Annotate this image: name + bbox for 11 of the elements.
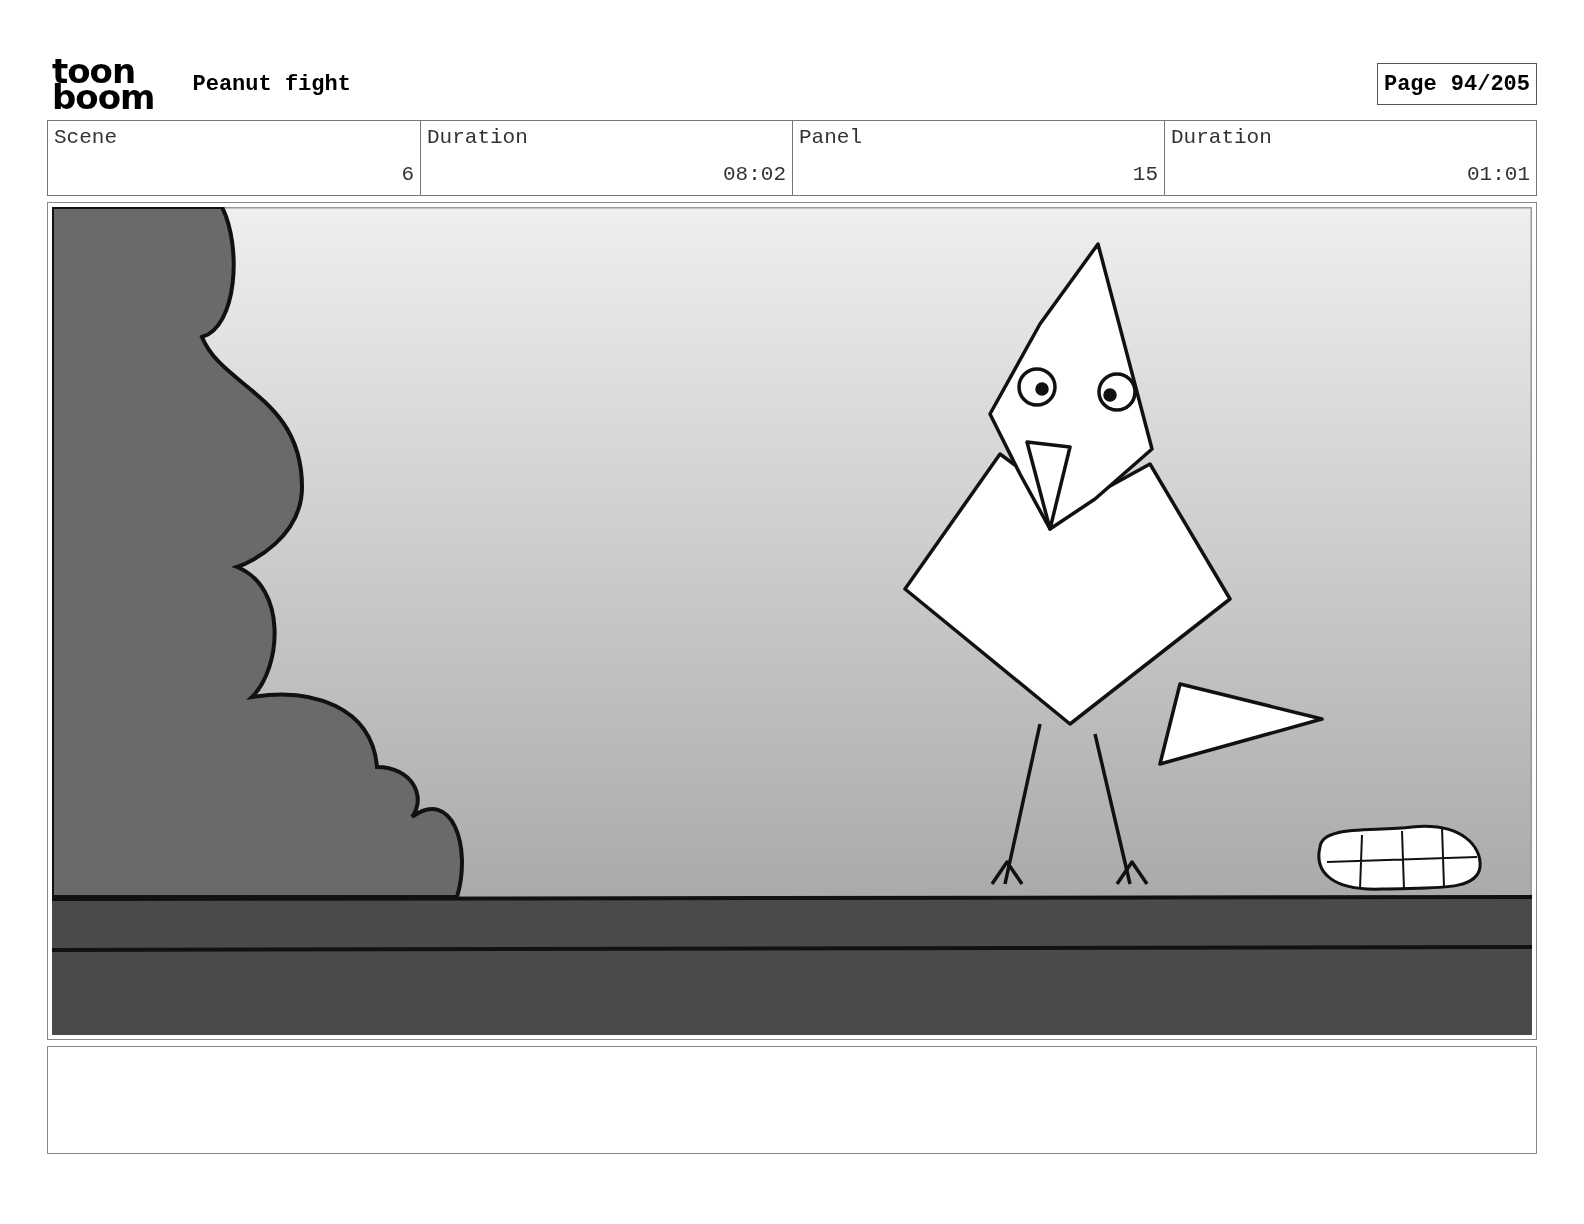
field-value: 08:02 (723, 164, 786, 185)
storyboard-title: Peanut fight (192, 70, 351, 99)
field-value: 15 (1132, 164, 1158, 185)
field-label: Scene (54, 127, 117, 148)
field-value: 01:01 (1467, 164, 1530, 185)
field-label: Duration (1171, 127, 1272, 148)
field-label: Duration (427, 127, 528, 148)
field-label: Panel (799, 127, 862, 148)
field-value: 6 (401, 164, 414, 185)
logo: toon boom (52, 58, 155, 110)
page-counter: Page 94/205 (1376, 63, 1537, 105)
